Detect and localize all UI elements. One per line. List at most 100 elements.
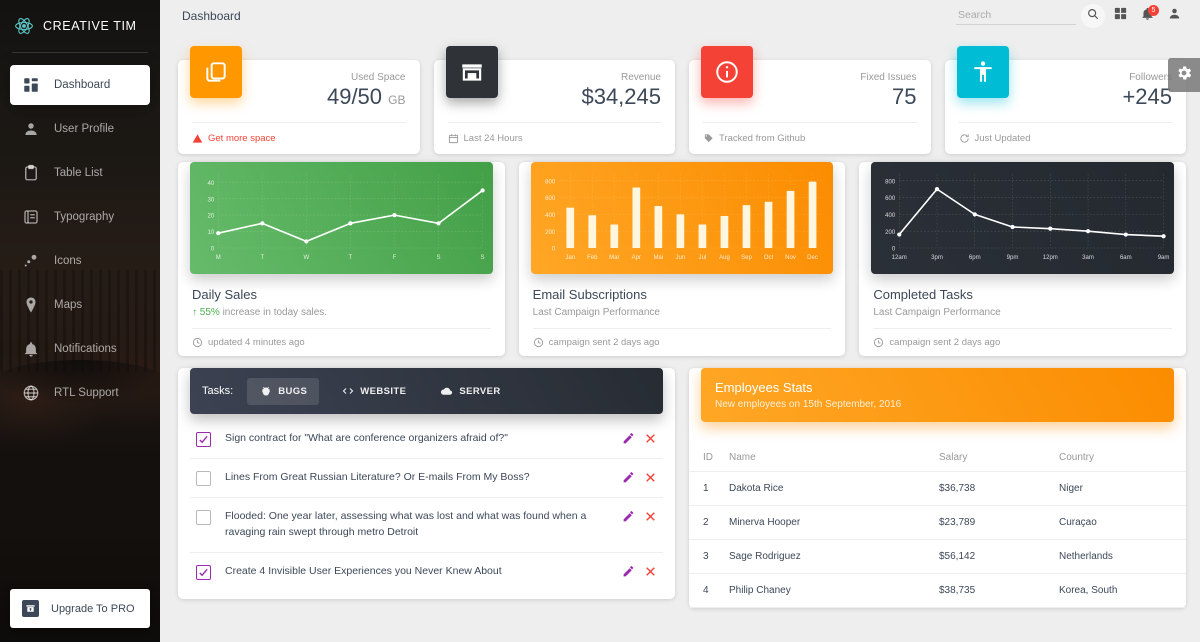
close-icon[interactable] (644, 471, 657, 484)
sidebar-item-rtl-support[interactable]: RTL Support (10, 373, 150, 413)
bell-icon (22, 340, 40, 358)
chart-card-completed-tasks: 0 200 400 600 800 12am 3pm 6pm 9pm 12pm 3am 6am 9am … (859, 162, 1187, 356)
task-actions (622, 509, 657, 523)
task-text: Sign contract for "What are conference o… (225, 432, 508, 444)
pencil-icon[interactable] (622, 471, 635, 484)
search-button[interactable] (1081, 4, 1105, 28)
store-icon (445, 46, 498, 98)
chart-footer-text: campaign sent 2 days ago (548, 337, 660, 348)
sidebar-divider (12, 52, 148, 53)
svg-text:W: W (304, 255, 310, 261)
chart-footer-text: updated 4 minutes ago (208, 337, 305, 348)
table-row[interactable]: 1 Dakota Rice $36,738 Niger (689, 471, 1186, 506)
svg-text:0: 0 (892, 247, 896, 253)
calendar-icon (448, 133, 459, 144)
pencil-icon[interactable] (622, 510, 635, 523)
chart-subtitle: Last Campaign Performance (873, 307, 1001, 318)
tab-server[interactable]: SERVER (428, 378, 512, 405)
code-icon (341, 385, 354, 398)
task-actions (622, 470, 657, 484)
upgrade-to-pro-button[interactable]: Upgrade To PRO (10, 589, 150, 628)
sidebar-nav: Dashboard User Profile Table List Typogr… (0, 65, 160, 589)
accessibility-icon (956, 46, 1009, 98)
email-subscriptions-chart[interactable]: 0 200 400 600 800 Jan Feb Mar Apr Mai Jun Jul Aug Sep… (530, 162, 834, 274)
svg-text:0: 0 (552, 247, 556, 253)
notifications-button[interactable]: 5 (1135, 4, 1159, 28)
cloud-icon (440, 385, 453, 398)
pencil-icon[interactable] (622, 432, 635, 445)
stat-footer[interactable]: Get more space (192, 122, 406, 153)
chart-percent: 55% (199, 307, 220, 318)
sidebar-item-user-profile[interactable]: User Profile (10, 109, 150, 149)
table-row[interactable]: 3 Sage Rodriguez $56,142 Netherlands (689, 539, 1186, 574)
sidebar-item-typography[interactable]: Typography (10, 197, 150, 237)
person-icon (1167, 6, 1182, 26)
tasks-card: Tasks: BUGS WEBSITE SERVER Sign contract… (178, 368, 675, 608)
sidebar-item-table-list[interactable]: Table List (10, 153, 150, 193)
cell-id: 4 (689, 573, 723, 608)
unarchive-icon (22, 600, 39, 617)
tasks-header: Tasks: BUGS WEBSITE SERVER (190, 368, 663, 414)
clock-icon (873, 337, 884, 348)
pencil-icon[interactable] (622, 565, 635, 578)
task-checkbox[interactable] (196, 564, 211, 580)
sidebar-item-label: Notifications (54, 343, 117, 355)
search-input[interactable] (956, 7, 1076, 25)
svg-text:600: 600 (885, 196, 896, 202)
employees-title: Employees Stats (715, 380, 813, 395)
brand[interactable]: CREATIVE TIM (0, 0, 160, 52)
table-row[interactable]: 2 Minerva Hooper $23,789 Curaçao (689, 505, 1186, 540)
chart-card-daily-sales: 0 10 20 30 40 M T W T F S S Daily Sales ↑ 55% incre… (178, 162, 505, 356)
completed-tasks-chart[interactable]: 0 200 400 600 800 12am 3pm 6pm 9pm 12pm 3am 6am 9am (871, 162, 1175, 274)
employees-table: ID Name Salary Country 1 Dakota Rice $36… (689, 444, 1186, 608)
table-row[interactable]: 4 Philip Chaney $38,735 Korea, South (689, 573, 1186, 608)
svg-text:20: 20 (207, 214, 214, 220)
cell-country: Niger (1053, 471, 1186, 506)
svg-text:800: 800 (885, 179, 896, 185)
stat-value: 49/50 GB (326, 84, 406, 109)
task-checkbox[interactable] (196, 471, 211, 486)
svg-text:Aug: Aug (719, 255, 730, 261)
dashboard-button[interactable] (1108, 4, 1132, 28)
upgrade-section: Upgrade To PRO (0, 589, 160, 642)
svg-text:F: F (393, 255, 397, 261)
task-actions (622, 564, 657, 578)
profile-button[interactable] (1162, 4, 1186, 28)
close-icon[interactable] (644, 432, 657, 445)
task-checkbox[interactable] (196, 432, 211, 447)
tab-bugs[interactable]: BUGS (247, 377, 320, 405)
settings-gear-button[interactable] (1168, 58, 1200, 92)
sidebar-item-notifications[interactable]: Notifications (10, 329, 150, 369)
sidebar-item-dashboard[interactable]: Dashboard (10, 65, 150, 105)
chart-title: Completed Tasks (873, 287, 973, 302)
svg-text:Jun: Jun (675, 255, 685, 261)
stat-label: Followers (1129, 72, 1172, 83)
globe-icon (22, 384, 40, 402)
brand-text: CREATIVE TIM (43, 19, 137, 33)
tab-website[interactable]: WEBSITE (329, 378, 418, 405)
close-icon[interactable] (644, 565, 657, 578)
stat-footer-text: Just Updated (974, 132, 1031, 144)
sidebar-item-label: RTL Support (54, 387, 119, 399)
dashboard-grid-icon (1113, 6, 1128, 26)
stat-footer-link[interactable]: Get more space (208, 133, 276, 144)
sidebar-item-icons[interactable]: Icons (10, 241, 150, 281)
info-outline-icon (701, 46, 753, 98)
daily-sales-chart[interactable]: 0 10 20 30 40 M T W T F S S (190, 162, 493, 274)
cell-country: Curaçao (1053, 505, 1186, 540)
sidebar-item-maps[interactable]: Maps (10, 285, 150, 325)
svg-text:T: T (260, 255, 264, 261)
content-copy-icon (190, 46, 242, 98)
chart-card-email-subscriptions: 0 200 400 600 800 Jan Feb Mar Apr Mai Jun Jul Aug Sep… (518, 162, 846, 356)
column-header-id: ID (689, 444, 723, 472)
task-checkbox[interactable] (196, 510, 211, 525)
close-icon[interactable] (644, 510, 657, 523)
bottom-row: Tasks: BUGS WEBSITE SERVER Sign contract… (178, 368, 1186, 608)
employees-card: Employees Stats New employees on 15th Se… (689, 368, 1186, 608)
sidebar-item-label: User Profile (54, 123, 115, 135)
svg-text:12am: 12am (892, 255, 907, 261)
chart-footer: campaign sent 2 days ago (873, 328, 1173, 356)
stat-label: Fixed Issues (860, 72, 917, 83)
dashboard-grid-icon (22, 76, 40, 94)
chart-subtitle: ↑ 55% increase in today sales. (192, 307, 491, 318)
